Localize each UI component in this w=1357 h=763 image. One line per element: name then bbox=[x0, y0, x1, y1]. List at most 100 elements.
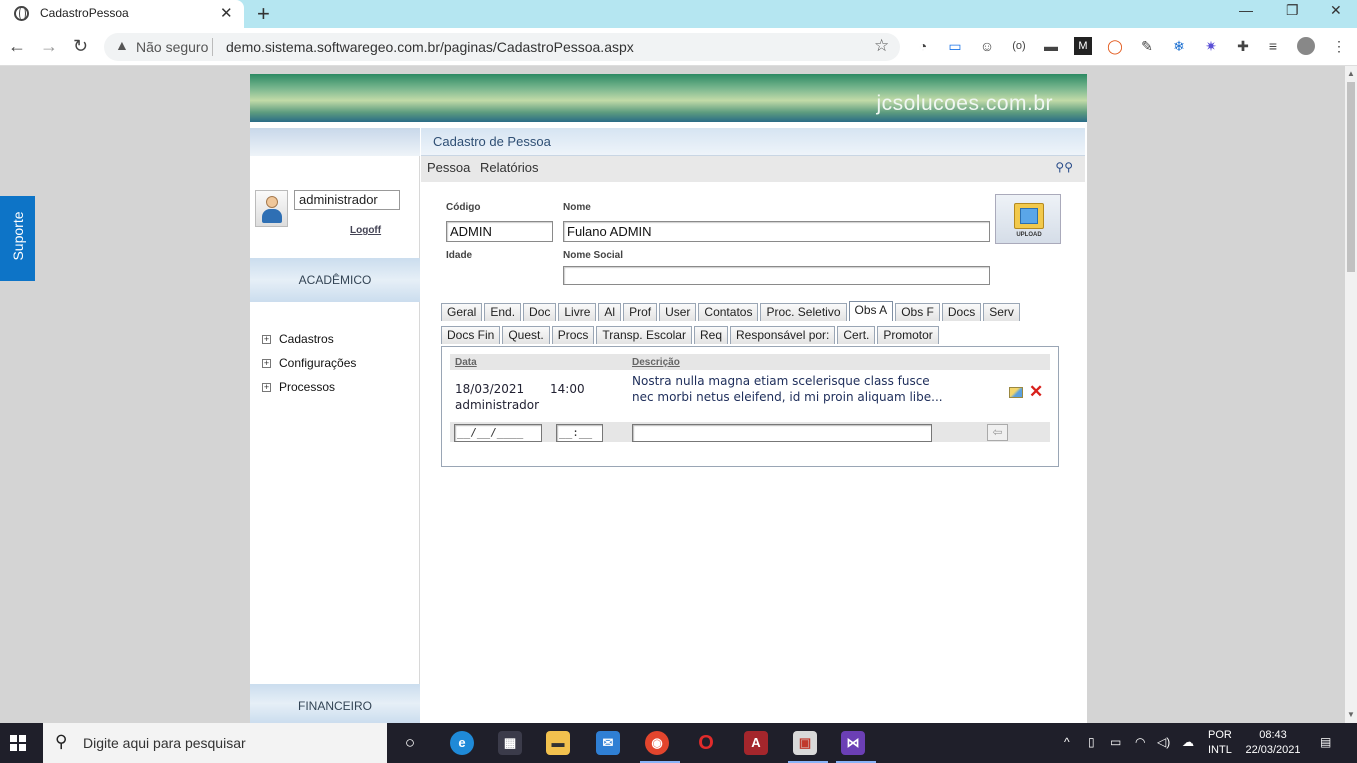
bookmark-star-icon[interactable]: ☆ bbox=[874, 36, 889, 56]
logoff-link[interactable]: Logoff bbox=[350, 225, 381, 236]
tab-responsavel-por[interactable]: Responsável por: bbox=[730, 326, 836, 344]
nome-input[interactable]: Fulano ADMIN bbox=[563, 221, 990, 242]
tab-transp-escolar[interactable]: Transp. Escolar bbox=[596, 326, 692, 344]
scroll-thumb[interactable] bbox=[1347, 82, 1355, 272]
minimize-icon[interactable]: — bbox=[1239, 2, 1253, 18]
expand-plus-icon[interactable]: + bbox=[262, 359, 271, 368]
extensions-puzzle-icon[interactable]: ✚ bbox=[1234, 37, 1252, 55]
tab-prof[interactable]: Prof bbox=[623, 303, 658, 321]
tab-proc-seletivo[interactable]: Proc. Seletivo bbox=[760, 303, 847, 321]
scroll-up-icon[interactable]: ▲ bbox=[1347, 69, 1355, 78]
edit-pencil-icon[interactable] bbox=[1009, 387, 1023, 398]
battery-icon[interactable]: ▭ bbox=[1110, 735, 1121, 749]
tree-item-processos[interactable]: + Processos bbox=[262, 380, 335, 394]
upload-button[interactable]: UPLOAD bbox=[995, 194, 1061, 244]
tab-req[interactable]: Req bbox=[693, 326, 728, 344]
tab-obs-f[interactable]: Obs F bbox=[895, 303, 940, 321]
tab-obs-a[interactable]: Obs A bbox=[848, 301, 894, 321]
tab-cert[interactable]: Cert. bbox=[837, 326, 876, 344]
expand-plus-icon[interactable]: + bbox=[262, 335, 271, 344]
forward-button[interactable]: → bbox=[40, 36, 58, 57]
tab-quest[interactable]: Quest. bbox=[502, 326, 550, 344]
support-side-button[interactable]: Suporte bbox=[0, 196, 35, 281]
codigo-input[interactable]: ADMIN bbox=[446, 221, 553, 242]
add-entry-arrow-icon[interactable]: ⇦ bbox=[987, 424, 1008, 441]
tab-docs[interactable]: Docs bbox=[941, 303, 982, 321]
cast-icon[interactable]: ▭ bbox=[946, 37, 964, 55]
pipette-icon[interactable]: ✎ bbox=[1138, 37, 1156, 55]
mail-icon[interactable]: ✉ bbox=[596, 731, 620, 755]
new-time-input[interactable]: __:__ bbox=[556, 424, 603, 442]
expand-plus-icon[interactable]: + bbox=[262, 383, 271, 392]
tab-geral[interactable]: Geral bbox=[441, 303, 483, 321]
col-descricao-header[interactable]: Descrição bbox=[632, 357, 680, 368]
new-date-input[interactable]: __/__/____ bbox=[454, 424, 542, 442]
menu-kebab-icon[interactable]: ⋮ bbox=[1330, 37, 1348, 55]
profile-avatar-icon[interactable] bbox=[1297, 37, 1315, 55]
monitor-icon[interactable]: ▬ bbox=[1042, 37, 1060, 55]
m-extension-icon[interactable]: M bbox=[1074, 37, 1092, 55]
snowflake-icon[interactable]: ❄ bbox=[1170, 37, 1188, 55]
radio-icon[interactable]: (o) bbox=[1010, 37, 1028, 55]
section-financeiro[interactable]: FINANCEIRO bbox=[250, 684, 420, 723]
input-language[interactable]: POR INTL bbox=[1208, 728, 1232, 758]
volume-icon[interactable]: ◁) bbox=[1157, 735, 1170, 749]
delete-x-icon[interactable]: ✕ bbox=[1029, 382, 1043, 402]
tab-contatos[interactable]: Contatos bbox=[698, 303, 759, 321]
clock-date: 22/03/2021 bbox=[1245, 744, 1301, 756]
taskbar-search[interactable]: ⚲ Digite aqui para pesquisar bbox=[43, 723, 387, 763]
omnibox[interactable]: ▲ Não seguro demo.sistema.softwaregeo.co… bbox=[104, 33, 900, 61]
notifications-icon[interactable]: ▤ bbox=[1320, 735, 1331, 749]
menu-relatorios[interactable]: Relatórios bbox=[480, 160, 539, 175]
tab-serv[interactable]: Serv bbox=[983, 303, 1020, 321]
windows-start-icon[interactable] bbox=[10, 735, 26, 751]
file-explorer-icon[interactable]: ▬ bbox=[546, 731, 570, 755]
chrome-icon[interactable]: ◉ bbox=[645, 731, 669, 755]
reload-button[interactable]: ↻ bbox=[73, 36, 88, 57]
tab-docs-fin[interactable]: Docs Fin bbox=[441, 326, 501, 344]
cortana-circle-icon[interactable]: ○ bbox=[398, 731, 422, 755]
new-tab-button[interactable]: + bbox=[257, 1, 270, 27]
browser-tab[interactable]: CadastroPessoa ✕ bbox=[0, 0, 244, 28]
visual-studio-icon[interactable]: ⋈ bbox=[841, 731, 865, 755]
section-academico[interactable]: ACADÊMICO bbox=[250, 258, 420, 302]
edge-icon[interactable]: e bbox=[450, 731, 474, 755]
new-description-input[interactable] bbox=[632, 424, 932, 442]
page-scrollbar[interactable]: ▲ ▼ bbox=[1345, 66, 1357, 723]
username-field[interactable]: administrador bbox=[294, 190, 400, 210]
close-tab-icon[interactable]: ✕ bbox=[220, 4, 233, 22]
tab-promotor[interactable]: Promotor bbox=[877, 326, 939, 344]
tab-livre[interactable]: Livre bbox=[558, 303, 597, 321]
taskbar-clock[interactable]: 08:43 22/03/2021 bbox=[1242, 728, 1304, 758]
wifi-icon[interactable]: ◠ bbox=[1135, 735, 1145, 749]
tab-al[interactable]: Al bbox=[598, 303, 622, 321]
tray-device-icon[interactable]: ▯ bbox=[1088, 735, 1095, 749]
globe-icon bbox=[14, 6, 29, 21]
back-button[interactable]: ← bbox=[8, 36, 26, 57]
tab-user[interactable]: User bbox=[659, 303, 697, 321]
maximize-icon[interactable]: ❐ bbox=[1286, 2, 1299, 19]
tab-procs[interactable]: Procs bbox=[551, 326, 595, 344]
access-icon[interactable]: A bbox=[744, 731, 768, 755]
col-data-header[interactable]: Data bbox=[455, 357, 477, 368]
tray-chevron-icon[interactable]: ^ bbox=[1064, 735, 1070, 749]
o-extension-icon[interactable]: ◯ bbox=[1106, 37, 1124, 55]
binoculars-icon[interactable]: ⚲⚲ bbox=[1055, 160, 1073, 174]
tab-doc[interactable]: Doc bbox=[523, 303, 557, 321]
menu-pessoa[interactable]: Pessoa bbox=[427, 160, 470, 175]
app-icon[interactable]: ▣ bbox=[793, 731, 817, 755]
scroll-down-icon[interactable]: ▼ bbox=[1347, 710, 1355, 719]
tree-item-cadastros[interactable]: + Cadastros bbox=[262, 332, 334, 346]
nome-social-input[interactable] bbox=[563, 266, 990, 285]
close-window-icon[interactable]: ✕ bbox=[1330, 2, 1342, 19]
face-icon[interactable]: ☺ bbox=[978, 37, 996, 55]
speed-icon[interactable]: ◔ bbox=[914, 37, 932, 55]
url-text[interactable]: demo.sistema.softwaregeo.com.br/paginas/… bbox=[226, 39, 634, 55]
cloud-icon[interactable]: ☁ bbox=[1182, 735, 1194, 749]
media-list-icon[interactable]: ≡ bbox=[1264, 37, 1282, 55]
gear-extension-icon[interactable]: ✷ bbox=[1202, 37, 1220, 55]
tab-end[interactable]: End. bbox=[484, 303, 522, 321]
tree-item-configuracoes[interactable]: + Configurações bbox=[262, 356, 356, 370]
store-icon[interactable]: ▦ bbox=[498, 731, 522, 755]
opera-icon[interactable]: O bbox=[694, 731, 718, 755]
